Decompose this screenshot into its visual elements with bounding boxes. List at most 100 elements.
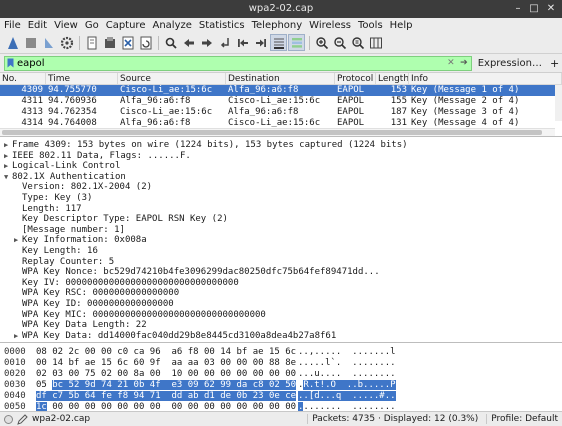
- zoom-reset-icon[interactable]: [349, 34, 366, 51]
- autoscroll-icon[interactable]: [270, 34, 287, 51]
- cell-source: Alfa_96:a6:f8: [120, 96, 191, 106]
- apply-filter-icon[interactable]: ➔: [460, 58, 468, 68]
- detail-tree-item[interactable]: Length: 117: [0, 204, 562, 215]
- bookmark-icon[interactable]: [7, 58, 14, 68]
- restart-icon[interactable]: [40, 34, 57, 51]
- hex-row[interactable]: 0040 df c7 5b 64 fe f8 94 71 dd ab d1 de …: [0, 391, 562, 402]
- detail-tree-item[interactable]: ▶ IEEE 802.11 Data, Flags: ......F.: [0, 151, 562, 162]
- hex-row[interactable]: 0000 08 02 2c 00 00 c0 ca 96 a6 f8 00 14 …: [0, 347, 562, 358]
- collapse-arrow-icon[interactable]: ▼: [4, 172, 12, 183]
- expand-arrow-icon[interactable]: ▶: [14, 235, 22, 246]
- expert-info-icon[interactable]: [4, 414, 13, 424]
- detail-tree-item[interactable]: Replay Counter: 5: [0, 257, 562, 268]
- first-packet-icon[interactable]: [234, 34, 251, 51]
- menu-go[interactable]: Go: [85, 20, 99, 31]
- close-file-icon[interactable]: [119, 34, 136, 51]
- column-source[interactable]: Source: [118, 73, 226, 84]
- zoom-out-icon[interactable]: [331, 34, 348, 51]
- profile-label[interactable]: Profile: Default: [486, 414, 562, 424]
- filter-text[interactable]: eapol: [17, 58, 45, 69]
- column-no[interactable]: No.: [0, 73, 46, 84]
- detail-tree-item[interactable]: Key Length: 16: [0, 246, 562, 257]
- forward-icon[interactable]: [198, 34, 215, 51]
- expand-arrow-icon[interactable]: ▶: [14, 331, 22, 342]
- expand-arrow-icon[interactable]: ▶: [4, 140, 12, 151]
- cell-destination: Alfa_96:a6:f8: [228, 85, 299, 95]
- menu-tools[interactable]: Tools: [358, 20, 383, 31]
- column-destination[interactable]: Destination: [226, 73, 335, 84]
- clear-filter-icon[interactable]: ✕: [447, 58, 455, 68]
- find-icon[interactable]: [162, 34, 179, 51]
- detail-tree-item[interactable]: ▶ Frame 4309: 153 bytes on wire (1224 bit…: [0, 140, 562, 151]
- packet-row[interactable]: 4313 94.762354 Cisco-Li_ae:15:6c Alfa_96…: [0, 107, 562, 118]
- minimize-icon[interactable]: –: [512, 3, 524, 15]
- zoom-in-icon[interactable]: [313, 34, 330, 51]
- add-filter-button[interactable]: +: [550, 57, 560, 70]
- open-file-icon[interactable]: [83, 34, 100, 51]
- detail-tree-item[interactable]: Version: 802.1X-2004 (2): [0, 182, 562, 193]
- expression-button[interactable]: Expression…: [478, 58, 542, 69]
- detail-tree-item[interactable]: ▶ Logical-Link Control: [0, 161, 562, 172]
- detail-tree-item[interactable]: ▶ WPA Key Data: dd14000fac040dd29b8e8445c…: [0, 331, 562, 342]
- resize-columns-icon[interactable]: [367, 34, 384, 51]
- detail-text: WPA Key Data: dd14000fac040dd29b8e8445cd…: [22, 330, 337, 341]
- column-length[interactable]: Length: [376, 73, 409, 84]
- column-protocol[interactable]: Protocol: [335, 73, 376, 84]
- back-icon[interactable]: [180, 34, 197, 51]
- stop-icon[interactable]: [22, 34, 39, 51]
- detail-tree-item[interactable]: WPA Key RSC: 0000000000000000: [0, 288, 562, 299]
- detail-tree-item[interactable]: WPA Key Nonce: bc529d74210b4fe3096299dac…: [0, 267, 562, 278]
- options-gear-icon[interactable]: [58, 34, 75, 51]
- menu-analyze[interactable]: Analyze: [152, 20, 191, 31]
- hex-row[interactable]: 0030 05 bc 52 9d 74 21 0b 4f e3 09 62 99 …: [0, 380, 562, 391]
- packet-list-header: No. Time Source Destination Protocol Len…: [0, 73, 562, 85]
- detail-tree-item[interactable]: Key IV: 00000000000000000000000000000000: [0, 278, 562, 289]
- toolbar-separator: [309, 35, 310, 50]
- menu-view[interactable]: View: [54, 20, 78, 31]
- detail-text: Type: Key (3): [22, 192, 93, 203]
- packet-list-hscroll[interactable]: [0, 128, 555, 136]
- close-icon[interactable]: ✕: [545, 3, 557, 15]
- column-info[interactable]: Info: [409, 73, 562, 84]
- detail-tree-item[interactable]: WPA Key MIC: 000000000000000000000000000…: [0, 310, 562, 321]
- packet-list-vscroll[interactable]: [555, 85, 562, 121]
- menu-help[interactable]: Help: [390, 20, 413, 31]
- cell-protocol: EAPOL: [337, 96, 365, 106]
- detail-tree-item[interactable]: ▶ Key Information: 0x008a: [0, 235, 562, 246]
- hex-bytes-text: 05: [36, 380, 53, 390]
- shark-fin-icon[interactable]: [4, 34, 21, 51]
- menu-edit[interactable]: Edit: [28, 20, 47, 31]
- detail-text: WPA Key RSC: 0000000000000000: [22, 288, 180, 299]
- reload-icon[interactable]: [137, 34, 154, 51]
- maximize-icon[interactable]: □: [528, 3, 540, 15]
- hex-bytes: 00 14 bf ae 15 6c 60 9f aa aa 03 00 00 0…: [36, 358, 296, 369]
- menu-capture[interactable]: Capture: [106, 20, 146, 31]
- detail-tree-item[interactable]: WPA Key ID: 0000000000000000: [0, 299, 562, 310]
- expand-arrow-icon[interactable]: ▶: [4, 161, 12, 172]
- detail-tree-item[interactable]: [Message number: 1]: [0, 225, 562, 236]
- packet-row[interactable]: 4311 94.760936 Alfa_96:a6:f8 Cisco-Li_ae…: [0, 96, 562, 107]
- menu-file[interactable]: File: [4, 20, 21, 31]
- packet-row[interactable]: 4309 94.755770 Cisco-Li_ae:15:6c Alfa_96…: [0, 85, 562, 96]
- expand-arrow-icon[interactable]: ▶: [4, 151, 12, 162]
- hex-row[interactable]: 0020 02 03 00 75 02 00 8a 00 10 00 00 00 …: [0, 369, 562, 380]
- detail-tree-item[interactable]: Type: Key (3): [0, 193, 562, 204]
- hex-bytes-text: 00 14 bf ae 15 6c 60 9f aa aa 03 00 00 0…: [36, 358, 297, 368]
- display-filter-input[interactable]: eapol ✕ ➔: [4, 55, 472, 71]
- save-file-icon[interactable]: [101, 34, 118, 51]
- detail-text: WPA Key Data Length: 22: [22, 320, 147, 331]
- detail-tree-item[interactable]: WPA Key Data Length: 22: [0, 320, 562, 331]
- goto-packet-icon[interactable]: [216, 34, 233, 51]
- colorize-icon[interactable]: [288, 34, 305, 51]
- menu-statistics[interactable]: Statistics: [199, 20, 245, 31]
- column-time[interactable]: Time: [46, 73, 118, 84]
- menu-wireless[interactable]: Wireless: [309, 20, 351, 31]
- last-packet-icon[interactable]: [252, 34, 269, 51]
- scroll-thumb[interactable]: [2, 130, 542, 135]
- edit-comment-icon[interactable]: [17, 413, 28, 425]
- detail-tree-item[interactable]: Key Descriptor Type: EAPOL RSN Key (2): [0, 214, 562, 225]
- menu-telephony[interactable]: Telephony: [252, 20, 303, 31]
- hex-row[interactable]: 0010 00 14 bf ae 15 6c 60 9f aa aa 03 00 …: [0, 358, 562, 369]
- detail-tree-item[interactable]: ▼ 802.1X Authentication: [0, 172, 562, 183]
- cell-length: 155: [390, 96, 407, 106]
